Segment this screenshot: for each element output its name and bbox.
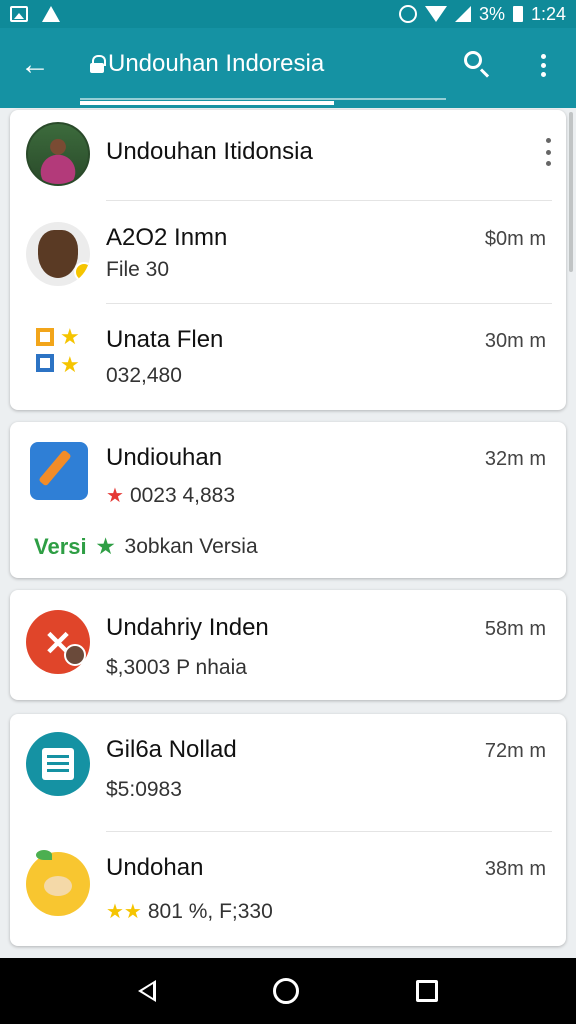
search-icon[interactable] <box>460 48 494 82</box>
list-item[interactable]: A2O2 Inmn File 30 $0m m <box>10 202 566 304</box>
image-icon <box>10 6 28 22</box>
version-row: Versi ★ 3obkan Versia <box>34 534 258 560</box>
item-name: Gil6a Nollad <box>106 736 237 763</box>
item-subtitle: File 30 <box>106 258 170 281</box>
orange-face-avatar <box>26 850 90 916</box>
more-vert-icon[interactable] <box>544 138 552 166</box>
item-subtitle: ★★ 801 %, F;330 <box>106 900 273 924</box>
version-label: Versi <box>34 534 87 559</box>
item-subtitle: $,3003 P nhaia <box>106 656 247 679</box>
item-name: Undouhan Itidonsia <box>106 138 313 165</box>
card-group-3[interactable]: ✕ Undahriy Inden $,3003 P nhaia 58m m <box>10 590 566 700</box>
alarm-icon <box>398 5 417 23</box>
warning-icon <box>42 6 60 22</box>
item-name: Undohan <box>106 854 204 881</box>
x-bear-avatar: ✕ <box>26 610 90 674</box>
list-item[interactable]: Gil6a Nollad $5:0983 72m m <box>10 714 566 830</box>
item-time: 30m m <box>484 330 546 352</box>
system-nav-bar <box>0 958 576 1024</box>
more-vert-icon[interactable] <box>532 48 554 82</box>
item-subtitle-text: 801 %, F;330 <box>147 900 273 923</box>
list-item[interactable]: Undohan ★★ 801 %, F;330 38m m <box>10 832 566 946</box>
item-time: 38m m <box>484 858 546 880</box>
star-icon: ★★ <box>106 901 142 923</box>
item-time: $0m m <box>484 228 546 250</box>
app-bar: ← Undouhan Indoresia <box>0 28 576 108</box>
item-name: A2O2 Inmn <box>106 224 228 251</box>
person-avatar <box>26 122 90 186</box>
list-item[interactable]: ★ ★ Unata Flen 032,480 30m m <box>10 304 566 410</box>
back-arrow-icon[interactable]: ← <box>18 48 52 82</box>
divider <box>106 200 552 201</box>
star-icon: ★ <box>106 485 124 507</box>
status-bar: 3% 1:24 <box>0 0 576 28</box>
card-group-2[interactable]: Undiouhan ★ 0023 4,883 32m m Versi ★ 3ob… <box>10 422 566 578</box>
tab-track <box>80 98 446 100</box>
lock-icon <box>90 55 106 73</box>
list-item[interactable]: Undouhan Itidonsia <box>10 110 566 202</box>
item-name: Undahriy Inden <box>106 614 269 641</box>
item-name: Undiouhan <box>106 444 223 471</box>
card-group-1: Undouhan Itidonsia A2O2 Inmn File 30 $0m… <box>10 110 566 410</box>
version-text: 3obkan Versia <box>124 535 258 558</box>
scrollbar[interactable] <box>569 112 573 272</box>
item-time: 72m m <box>484 740 546 762</box>
item-time: 58m m <box>484 618 546 640</box>
tab-indicator <box>80 101 334 105</box>
item-subtitle: $5:0983 <box>106 778 182 801</box>
chat-pen-avatar <box>30 442 88 500</box>
item-subtitle-text: 0023 4,883 <box>129 484 236 507</box>
battery-percent: 3% <box>478 3 505 24</box>
grid-star-avatar: ★ ★ <box>32 324 84 384</box>
title-area: Undouhan Indoresia <box>90 50 324 78</box>
nav-back-icon[interactable] <box>138 980 157 1002</box>
nav-home-icon[interactable] <box>272 978 299 1004</box>
page-title: Undouhan Indoresia <box>108 50 325 77</box>
item-time: 32m m <box>484 448 546 470</box>
star-icon: ★ <box>96 536 115 558</box>
item-subtitle: 032,480 <box>106 364 182 387</box>
item-subtitle: ★ 0023 4,883 <box>106 484 235 508</box>
wifi-icon <box>424 6 447 22</box>
card-group-4: Gil6a Nollad $5:0983 72m m Undohan ★★ 80… <box>10 714 566 946</box>
dog-avatar <box>26 222 90 286</box>
item-name: Unata Flen <box>106 326 224 353</box>
nav-recents-icon[interactable] <box>415 980 438 1002</box>
notepad-avatar <box>26 732 90 796</box>
signal-icon <box>454 6 471 22</box>
clock: 1:24 <box>530 3 566 24</box>
battery-icon <box>512 6 523 22</box>
